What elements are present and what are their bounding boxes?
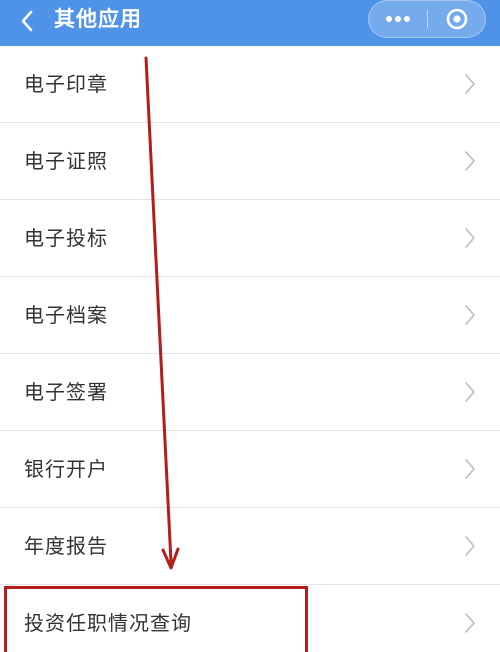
chevron-left-icon	[21, 10, 33, 32]
list-item-label: 电子投标	[24, 226, 108, 250]
close-miniprogram-button[interactable]	[428, 1, 486, 37]
chevron-right-icon	[465, 459, 475, 479]
list-item-label: 电子印章	[24, 72, 108, 96]
nav-bar: 其他应用	[0, 0, 500, 46]
list-item-annual-report[interactable]: 年度报告	[0, 508, 500, 585]
list-item-e-license[interactable]: 电子证照	[0, 123, 500, 200]
chevron-right-icon	[465, 305, 475, 325]
chevron-right-icon	[465, 74, 475, 94]
chevron-right-icon	[465, 382, 475, 402]
back-button[interactable]	[12, 4, 42, 38]
more-dots-icon	[386, 16, 410, 22]
list-item-label: 电子证照	[24, 149, 108, 173]
list-item-label: 电子档案	[24, 303, 108, 327]
chevron-right-icon	[465, 613, 475, 633]
list-item-label: 投资任职情况查询	[24, 611, 192, 635]
list-item-investment-query[interactable]: 投资任职情况查询	[0, 585, 500, 652]
chevron-right-icon	[465, 151, 475, 171]
list-item-e-bidding[interactable]: 电子投标	[0, 200, 500, 277]
app-list: 电子印章 电子证照 电子投标 电子档案 电子签署 银行开户 年度报告 投资任职情…	[0, 46, 500, 652]
list-item-label: 银行开户	[24, 457, 108, 481]
list-item-e-seal[interactable]: 电子印章	[0, 46, 500, 123]
list-item-label: 电子签署	[24, 380, 108, 404]
list-item-e-signing[interactable]: 电子签署	[0, 354, 500, 431]
more-button[interactable]	[369, 1, 427, 37]
list-item-label: 年度报告	[24, 534, 108, 558]
capsule-menu	[368, 0, 486, 38]
chevron-right-icon	[465, 536, 475, 556]
chevron-right-icon	[465, 228, 475, 248]
page-title: 其他应用	[54, 7, 142, 31]
circle-target-icon	[446, 8, 468, 30]
miniprogram-page: 其他应用 电子印章 电子证照 电子投标 电子档案 电子签署 银行开户 年度报告 …	[0, 0, 500, 652]
list-item-e-archive[interactable]: 电子档案	[0, 277, 500, 354]
list-item-bank-account[interactable]: 银行开户	[0, 431, 500, 508]
